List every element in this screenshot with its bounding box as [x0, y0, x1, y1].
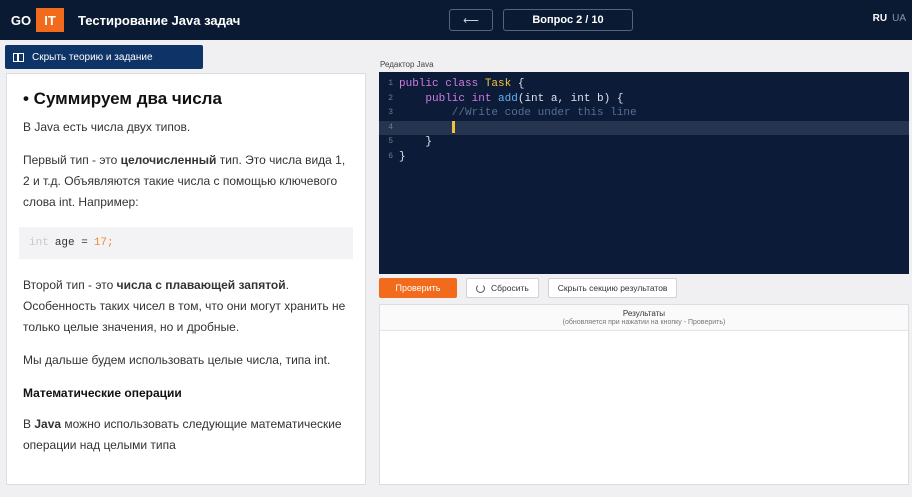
- editor-label: Редактор Java: [380, 60, 434, 69]
- bold-text: целочисленный: [120, 153, 217, 167]
- panel-toggle-icon: [13, 52, 24, 62]
- code-function: add: [498, 92, 518, 105]
- logo-it: IT: [36, 8, 64, 32]
- reset-button[interactable]: Сбросить: [466, 278, 539, 298]
- theory-subheading: Математические операции: [23, 386, 182, 400]
- code-keyword: public class: [399, 78, 485, 90]
- line-number: 2: [388, 93, 393, 103]
- theory-paragraph: Первый тип - это целочисленный тип. Это …: [23, 150, 349, 213]
- text-cursor: [451, 120, 455, 133]
- goit-logo[interactable]: GO IT: [6, 8, 64, 32]
- results-header: Результаты (обновляется при нажатии на к…: [380, 305, 908, 331]
- code-variable: age =: [54, 236, 88, 249]
- code-line: 1 public class Task {: [379, 77, 909, 92]
- check-button[interactable]: Проверить: [379, 278, 457, 298]
- line-number: 3: [388, 108, 393, 117]
- code-number: 17;: [93, 236, 114, 249]
- hide-theory-button[interactable]: Скрыть теорию и задание: [5, 45, 203, 69]
- back-button[interactable]: ⟵: [449, 9, 493, 31]
- results-subtitle: (обновляется при нажатии на кнопку - Про…: [562, 319, 726, 326]
- text: Второй тип - это: [23, 278, 117, 292]
- results-title: Результаты: [622, 309, 666, 318]
- bold-text: числа с плавающей запятой: [116, 278, 286, 292]
- code-snippet: int age = 17;: [19, 227, 353, 259]
- editor-actions: Проверить Сбросить Скрыть секцию результ…: [379, 278, 678, 298]
- theory-paragraph: Мы дальше будем использовать целые числа…: [23, 353, 331, 367]
- logo-go: GO: [10, 12, 32, 28]
- code-text: (int a, int b) {: [517, 92, 624, 105]
- text: В: [23, 417, 35, 431]
- code-text: }: [399, 136, 433, 148]
- reset-icon: [476, 283, 485, 293]
- text: можно использовать следующие математичес…: [23, 417, 342, 452]
- theory-paragraph: В Java есть числа двух типов.: [23, 120, 191, 134]
- theory-panel: • Суммируем два числа В Java есть числа …: [6, 73, 366, 485]
- line-number: 1: [388, 79, 393, 88]
- code-comment: //Write code under this line: [399, 107, 637, 119]
- theory-heading: • Суммируем два числа: [23, 89, 222, 108]
- reset-label: Сбросить: [491, 283, 529, 293]
- active-code-line: 4: [379, 120, 909, 135]
- question-counter[interactable]: Вопрос 2 / 10: [503, 9, 633, 31]
- theory-scrollbar[interactable]: [365, 74, 366, 484]
- language-switcher: RU UA: [873, 13, 906, 24]
- lang-ru[interactable]: RU: [873, 13, 887, 24]
- line-number: 5: [388, 137, 393, 146]
- code-line: 3 //Write code under this line: [379, 106, 909, 121]
- code-editor[interactable]: 1 public class Task { 2 public int add (in…: [379, 72, 909, 274]
- hide-results-button[interactable]: Скрыть секцию результатов: [547, 278, 678, 298]
- theory-paragraph: В Java можно использовать следующие мате…: [23, 414, 349, 456]
- lang-ua[interactable]: UA: [892, 13, 906, 24]
- code-keyword: int: [29, 236, 49, 249]
- top-bar: GO IT Тестирование Java задач ⟵ Вопрос 2…: [0, 0, 912, 40]
- code-keyword: public int: [399, 92, 499, 105]
- text: Первый тип - это: [23, 153, 121, 167]
- code-text: {: [511, 78, 525, 90]
- hide-theory-label: Скрыть теорию и задание: [32, 51, 153, 63]
- code-line: 6}: [379, 150, 909, 165]
- code-class: Task: [484, 78, 512, 90]
- page-title: Тестирование Java задач: [78, 12, 241, 28]
- code-line: 2 public int add (int a, int b) {: [379, 92, 909, 107]
- code-text: }: [399, 150, 406, 163]
- results-panel: Результаты (обновляется при нажатии на к…: [379, 304, 909, 485]
- line-number: 4: [388, 122, 393, 132]
- theory-paragraph: Второй тип - это числа с плавающей запят…: [23, 275, 349, 338]
- code-line: 5 }: [379, 135, 909, 150]
- line-number: 6: [388, 151, 393, 161]
- bold-text: Java: [34, 417, 62, 431]
